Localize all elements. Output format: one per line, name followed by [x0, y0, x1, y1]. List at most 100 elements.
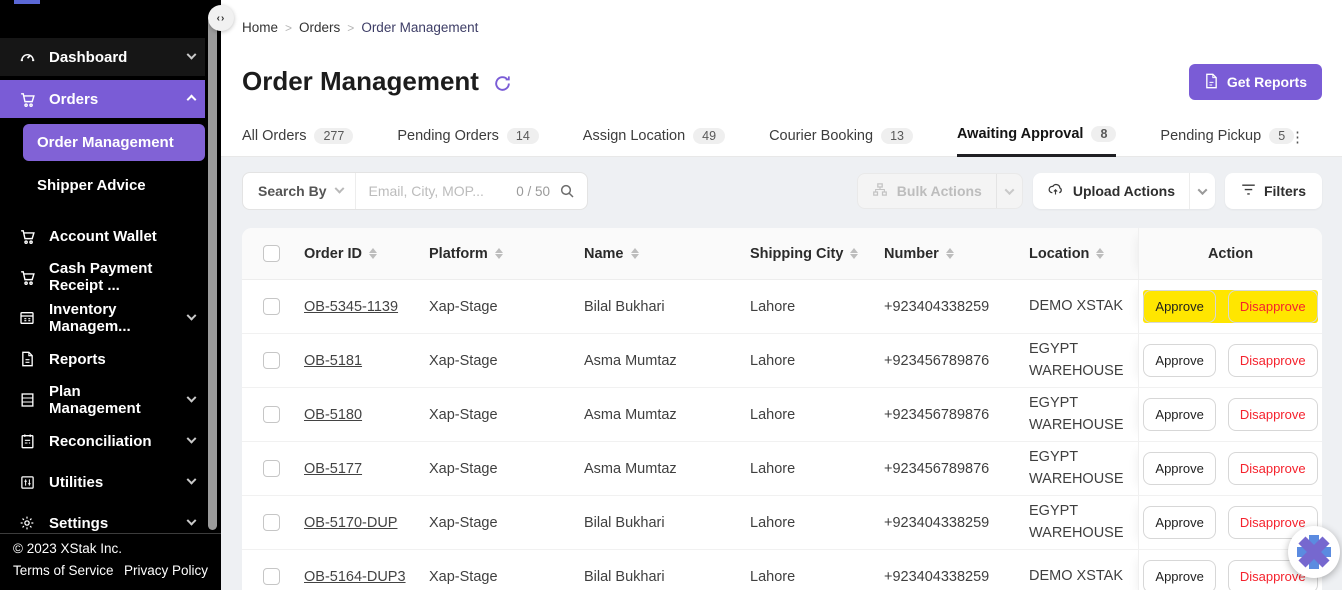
approve-button[interactable]: Approve — [1143, 506, 1215, 539]
column-label: Platform — [429, 246, 488, 262]
sidebar-item-account-wallet[interactable]: Account Wallet — [0, 218, 205, 254]
sort-icon[interactable] — [631, 248, 639, 259]
order-id-link[interactable]: OB-5177 — [304, 461, 362, 477]
sort-icon[interactable] — [495, 248, 503, 259]
number-cell: +923456789876 — [880, 407, 1025, 423]
breadcrumb-orders[interactable]: Orders — [299, 20, 340, 35]
bulk-actions-caret[interactable] — [996, 174, 1022, 208]
bulk-actions-button-group: Bulk Actions — [857, 173, 1023, 209]
disapprove-button[interactable]: Disapprove — [1228, 344, 1318, 377]
location-cell: DEMO XSTAK — [1025, 566, 1138, 587]
column-header-location[interactable]: Location — [1025, 246, 1138, 262]
tab-all-orders[interactable]: All Orders 277 — [242, 123, 353, 157]
tab-courier-booking[interactable]: Courier Booking 13 — [769, 123, 913, 157]
privacy-policy-link[interactable]: Privacy Policy — [124, 563, 208, 578]
column-header-shipping-city[interactable]: Shipping City — [746, 246, 880, 262]
sort-icon[interactable] — [1096, 248, 1104, 259]
row-checkbox[interactable] — [263, 352, 280, 369]
sort-icon[interactable] — [369, 248, 377, 259]
table-row: OB-5345-1139 Xap-Stage Bilal Bukhari Lah… — [242, 280, 1322, 334]
breadcrumb-home[interactable]: Home — [242, 20, 278, 35]
sidebar-item-reports[interactable]: Reports — [0, 341, 205, 377]
shipping-city-cell: Lahore — [746, 353, 880, 369]
sidebar-item-dashboard[interactable]: Dashboard — [0, 38, 205, 76]
row-checkbox[interactable] — [263, 406, 280, 423]
upload-actions-caret[interactable] — [1189, 173, 1215, 209]
tab-pending-pickup[interactable]: Pending Pickup 5 — [1160, 123, 1294, 157]
select-all-checkbox[interactable] — [263, 245, 280, 262]
column-header-platform[interactable]: Platform — [425, 246, 580, 262]
order-id-link[interactable]: OB-5345-1139 — [304, 299, 398, 315]
sidebar-item-shipper-advice[interactable]: Shipper Advice — [23, 167, 205, 204]
sidebar-item-inventory-management[interactable]: Inventory Managem... — [0, 300, 205, 336]
list-icon — [18, 392, 36, 408]
order-id-link[interactable]: OB-5180 — [304, 407, 362, 423]
gauge-icon — [18, 49, 36, 66]
approve-button[interactable]: Approve — [1143, 398, 1215, 431]
approve-button[interactable]: Approve — [1143, 290, 1215, 323]
row-checkbox[interactable] — [263, 568, 280, 585]
sidebar-item-reconciliation[interactable]: Reconciliation — [0, 423, 205, 459]
sidebar-item-order-management[interactable]: Order Management — [23, 124, 205, 161]
sliders-icon — [18, 475, 36, 490]
bulk-actions-button[interactable]: Bulk Actions — [858, 174, 996, 208]
clipboard-calc-icon — [18, 433, 36, 449]
order-id-link[interactable]: OB-5164-DUP3 — [304, 569, 406, 585]
more-tabs-icon[interactable]: ⋮ — [1290, 128, 1304, 146]
toolbar: Search By 0 / 50 Bulk Actions Upload — [242, 172, 1322, 210]
get-reports-button[interactable]: Get Reports — [1189, 64, 1322, 100]
extension-asterisk-icon[interactable] — [1288, 526, 1340, 578]
table-row: OB-5177 Xap-Stage Asma Mumtaz Lahore +92… — [242, 442, 1322, 496]
sidebar-item-label: Dashboard — [49, 49, 127, 66]
sidebar-item-label: Reports — [49, 351, 106, 368]
tab-bar: All Orders 277 Pending Orders 14 Assign … — [242, 123, 1298, 157]
tab-label: Pending Orders — [397, 128, 499, 144]
cart-icon — [18, 91, 36, 108]
sidebar-item-cash-payment-receipt[interactable]: Cash Payment Receipt ... — [0, 259, 205, 295]
tab-count-badge: 277 — [314, 128, 353, 144]
search-input[interactable] — [356, 183, 516, 199]
inventory-icon — [18, 310, 36, 326]
approve-button[interactable]: Approve — [1143, 344, 1215, 377]
row-checkbox[interactable] — [263, 298, 280, 315]
sidebar-menu: Dashboard Orders Order Management Shippe… — [0, 0, 221, 541]
refresh-icon[interactable] — [493, 74, 512, 93]
search-by-select[interactable]: Search By — [243, 173, 356, 209]
disapprove-button[interactable]: Disapprove — [1228, 452, 1318, 485]
tab-label: Awaiting Approval — [957, 126, 1084, 142]
row-checkbox[interactable] — [263, 514, 280, 531]
disapprove-button[interactable]: Disapprove — [1228, 398, 1318, 431]
sidebar-item-label: Settings — [49, 515, 108, 532]
search-highlight: Approve Disapprove — [1143, 290, 1317, 323]
sidebar-item-label: Utilities — [49, 474, 103, 491]
platform-cell: Xap-Stage — [425, 353, 580, 369]
platform-cell: Xap-Stage — [425, 407, 580, 423]
column-header-number[interactable]: Number — [880, 246, 1025, 262]
approve-button[interactable]: Approve — [1143, 452, 1215, 485]
terms-of-service-link[interactable]: Terms of Service — [13, 563, 114, 578]
tab-awaiting-approval[interactable]: Awaiting Approval 8 — [957, 123, 1116, 157]
sort-icon[interactable] — [946, 248, 954, 259]
upload-actions-button[interactable]: Upload Actions — [1033, 173, 1189, 209]
sidebar-item-utilities[interactable]: Utilities — [0, 464, 205, 500]
search-icon[interactable] — [559, 183, 575, 199]
row-checkbox[interactable] — [263, 460, 280, 477]
location-cell: EGYPT WAREHOUSE — [1025, 393, 1138, 435]
order-id-link[interactable]: OB-5170-DUP — [304, 515, 397, 531]
approve-button[interactable]: Approve — [1143, 560, 1215, 590]
order-id-link[interactable]: OB-5181 — [304, 353, 362, 369]
filters-label: Filters — [1264, 183, 1306, 199]
sidebar-collapse-toggle[interactable]: ‹› — [208, 5, 234, 31]
sidebar-item-orders[interactable]: Orders — [0, 80, 205, 118]
sort-icon[interactable] — [850, 248, 858, 259]
sidebar-item-plan-management[interactable]: Plan Management — [0, 382, 205, 418]
sidebar-scrollbar[interactable] — [208, 18, 217, 530]
column-header-order-id[interactable]: Order ID — [300, 246, 425, 262]
tab-assign-location[interactable]: Assign Location 49 — [583, 123, 725, 157]
filters-button[interactable]: Filters — [1225, 173, 1322, 209]
column-header-name[interactable]: Name — [580, 246, 746, 262]
disapprove-button[interactable]: Disapprove — [1228, 290, 1318, 323]
upload-actions-label: Upload Actions — [1073, 183, 1175, 199]
shipping-city-cell: Lahore — [746, 569, 880, 585]
tab-pending-orders[interactable]: Pending Orders 14 — [397, 123, 538, 157]
